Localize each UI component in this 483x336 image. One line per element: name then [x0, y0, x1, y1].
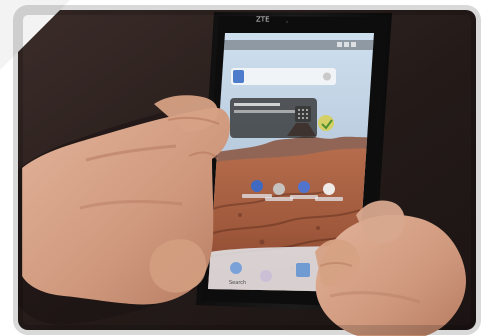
shortcut-icon [273, 183, 285, 195]
front-camera [285, 20, 289, 24]
search-icon [230, 262, 242, 274]
dock-item-browser[interactable] [296, 263, 310, 277]
search-widget[interactable] [231, 68, 336, 85]
notification-widget [230, 98, 317, 138]
dock-item-apps[interactable] [260, 270, 272, 282]
apps-icon [260, 270, 272, 282]
mic-icon [323, 72, 331, 81]
shortcut-label [290, 195, 318, 199]
browser-icon [296, 263, 310, 277]
shortcut-label [265, 197, 293, 201]
shortcut-icon [251, 180, 263, 192]
shortcut-label [315, 197, 343, 201]
wifi-icon [344, 42, 349, 47]
grid-dots [298, 109, 308, 119]
brand-logo: ZTE [256, 16, 270, 24]
search-icon [233, 70, 244, 83]
photo-frame: ZTE Search [0, 0, 483, 336]
search-bar[interactable] [231, 68, 336, 85]
status-icons [337, 42, 356, 47]
photo-scene: ZTE Search [0, 0, 483, 336]
battery-icon [351, 42, 356, 47]
signal-icon [337, 42, 342, 47]
notification-line-1 [234, 103, 280, 106]
status-bar [221, 40, 374, 50]
notification-line-2 [234, 110, 296, 113]
shortcut-icon [323, 183, 335, 195]
dock-label: Search [229, 280, 246, 286]
shortcut-icon [298, 181, 310, 193]
